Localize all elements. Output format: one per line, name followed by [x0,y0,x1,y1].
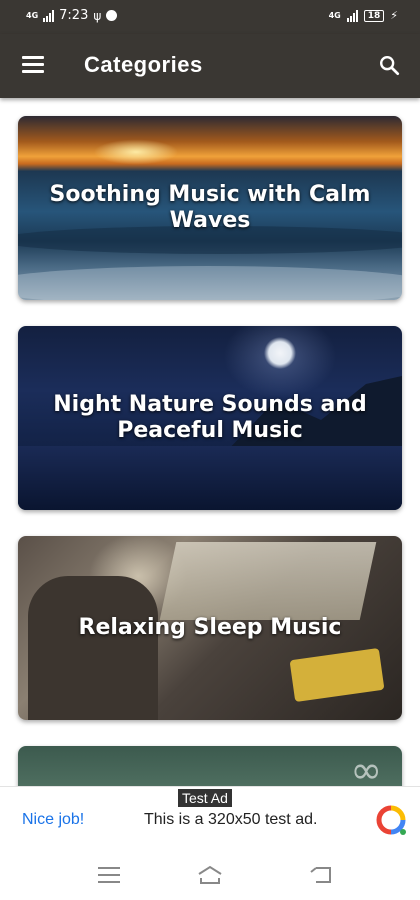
status-right: 4G 18 ⚡ [329,9,398,22]
signal-strength-icon [346,9,358,22]
page-title: Categories [84,52,203,77]
category-card-night-nature[interactable]: Night Nature Sounds and Peaceful Music [18,326,402,510]
charging-icon: ⚡ [390,9,398,22]
network-label-left: 4G [26,11,39,20]
home-icon[interactable] [197,864,223,886]
category-list[interactable]: Soothing Music with Calm Waves Night Nat… [0,98,420,850]
category-title: Relaxing Sleep Music [78,615,342,640]
app-bar: Categories [0,34,420,98]
system-nav-bar [0,850,420,900]
ad-cta-link[interactable]: Nice job! [22,811,84,829]
category-title: Night Nature Sounds and Peaceful Music [53,392,367,443]
battery-icon: 18 [363,9,385,22]
status-left: 4G 7:23 ψ [26,8,118,23]
back-icon[interactable] [308,864,334,886]
usb-icon: ψ [93,8,102,23]
ad-banner[interactable]: Test Ad Nice job! This is a 320x50 test … [0,786,420,851]
signal-icon [43,9,55,22]
notification-icon [106,10,118,21]
network-label-right: 4G [328,11,341,20]
recent-apps-icon[interactable] [96,864,122,886]
ad-text: This is a 320x50 test ad. [144,811,318,828]
admob-logo-icon[interactable] [376,805,406,835]
status-bar: 4G 7:23 ψ 4G 18 ⚡ [0,0,420,34]
category-title: Soothing Music with Calm Waves [49,182,371,233]
test-ad-badge: Test Ad [178,789,232,807]
hamburger-menu-icon[interactable] [22,56,44,74]
status-time: 7:23 [59,8,89,23]
category-card-calm-waves[interactable]: Soothing Music with Calm Waves [18,116,402,300]
search-icon[interactable] [378,54,400,76]
category-card-sleep-music[interactable]: Relaxing Sleep Music [18,536,402,720]
